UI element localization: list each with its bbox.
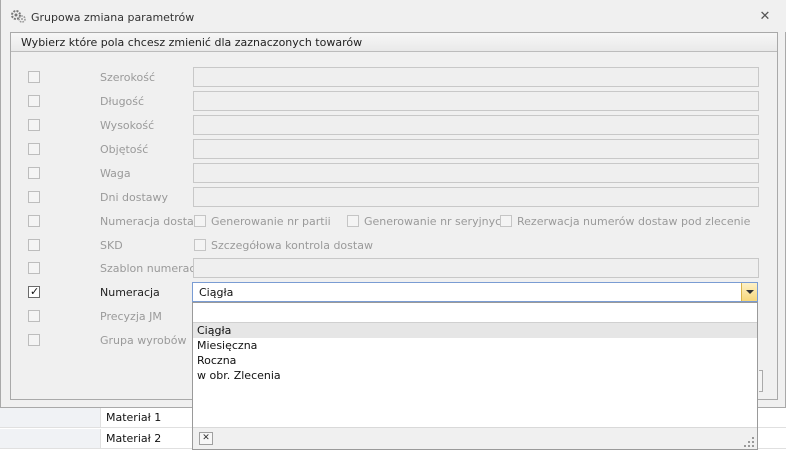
label-rezerwacja-numerow: Rezerwacja numerów dostaw pod zlecenie [517, 215, 751, 228]
checkbox-szerokosc[interactable] [28, 71, 40, 83]
row-waga: Waga [1, 163, 786, 183]
combo-value: Ciągła [199, 286, 234, 299]
row-numeracja-dostaw: Numeracja dostaw Generowanie nr partii G… [1, 211, 786, 231]
label-dni-dostawy: Dni dostawy [100, 191, 168, 204]
label-precyzja-jm: Precyzja JM [100, 310, 162, 323]
dropdown-search-input[interactable] [193, 303, 757, 323]
label-dlugosc: Długość [100, 95, 145, 108]
objetosc-field[interactable] [193, 139, 759, 159]
label-skd: SKD [100, 239, 123, 252]
checkbox-generowanie-nr-partii[interactable] [194, 215, 206, 227]
row-wysokosc: Wysokość [1, 115, 786, 135]
checkbox-szczegolowa-kontrola[interactable] [194, 239, 206, 251]
checkbox-objetosc[interactable] [28, 143, 40, 155]
row-dni-dostawy: Dni dostawy [1, 187, 786, 207]
chevron-down-icon[interactable] [741, 283, 757, 301]
checkbox-dlugosc[interactable] [28, 95, 40, 107]
label-waga: Waga [100, 167, 131, 180]
dropdown-footer: ✕ [193, 427, 757, 449]
resize-grip-icon[interactable] [744, 437, 754, 447]
row-objetosc: Objętość [1, 139, 786, 159]
dialog-title: Grupowa zmiana parametrów [31, 11, 195, 24]
checkbox-skd[interactable] [28, 239, 40, 251]
numeracja-combo[interactable]: Ciągła [192, 282, 758, 302]
gears-icon [11, 10, 26, 23]
dropdown-option-ciagla[interactable]: Ciągła [193, 323, 757, 338]
label-szerokosc: Szerokość [100, 71, 156, 84]
grid-cell: Materiał 2 [106, 432, 162, 445]
checkbox-precyzja-jm[interactable] [28, 310, 40, 322]
label-szczegolowa-kontrola: Szczegółowa kontrola dostaw [211, 239, 373, 252]
checkbox-rezerwacja-numerow[interactable] [500, 215, 512, 227]
close-icon[interactable]: ✕ [757, 9, 773, 25]
label-numeracja: Numeracja [100, 286, 160, 299]
row-skd: SKD Szczegółowa kontrola dostaw [1, 235, 786, 255]
title-bar: Grupowa zmiana parametrów ✕ [1, 0, 786, 32]
checkbox-generowanie-nr-seryjnych[interactable] [347, 215, 359, 227]
label-objetosc: Objętość [100, 143, 149, 156]
checkbox-szablon-numeracji[interactable] [28, 262, 40, 274]
checkbox-numeracja[interactable] [28, 285, 40, 298]
label-grupa-wyrobow: Grupa wyrobów [100, 334, 187, 347]
label-generowanie-nr-seryjnych: Generowanie nr seryjnych [364, 215, 509, 228]
label-szablon-numeracji: Szablon numeracji [100, 262, 202, 275]
numeracja-dropdown: Ciągła Miesięczna Roczna w obr. Zlecenia… [192, 302, 758, 450]
szerokosc-field[interactable] [193, 67, 759, 87]
szablon-numeracji-field[interactable] [193, 258, 759, 278]
ok-button[interactable] [759, 370, 763, 392]
row-szerokosc: Szerokość [1, 67, 786, 87]
dropdown-option-miesieczna[interactable]: Miesięczna [193, 338, 757, 353]
dni-dostawy-field[interactable] [193, 187, 759, 207]
checkbox-numeracja-dostaw[interactable] [28, 215, 40, 227]
checkbox-dni-dostawy[interactable] [28, 191, 40, 203]
row-szablon-numeracji: Szablon numeracji [1, 258, 786, 278]
clear-icon[interactable]: ✕ [199, 432, 213, 445]
dlugosc-field[interactable] [193, 91, 759, 111]
dropdown-option-roczna[interactable]: Roczna [193, 353, 757, 368]
waga-field[interactable] [193, 163, 759, 183]
label-numeracja-dostaw: Numeracja dostaw [100, 215, 203, 228]
label-wysokosc: Wysokość [100, 119, 155, 132]
row-dlugosc: Długość [1, 91, 786, 111]
group-header-text: Wybierz które pola chcesz zmienić dla za… [21, 36, 363, 49]
label-generowanie-nr-partii: Generowanie nr partii [211, 215, 331, 228]
checkbox-grupa-wyrobow[interactable] [28, 334, 40, 346]
checkbox-wysokosc[interactable] [28, 119, 40, 131]
group-header: Wybierz które pola chcesz zmienić dla za… [11, 33, 777, 52]
grid-cell: Materiał 1 [106, 411, 162, 424]
checkbox-waga[interactable] [28, 167, 40, 179]
wysokosc-field[interactable] [193, 115, 759, 135]
dropdown-option-w-obr-zlecenia[interactable]: w obr. Zlecenia [193, 368, 757, 383]
